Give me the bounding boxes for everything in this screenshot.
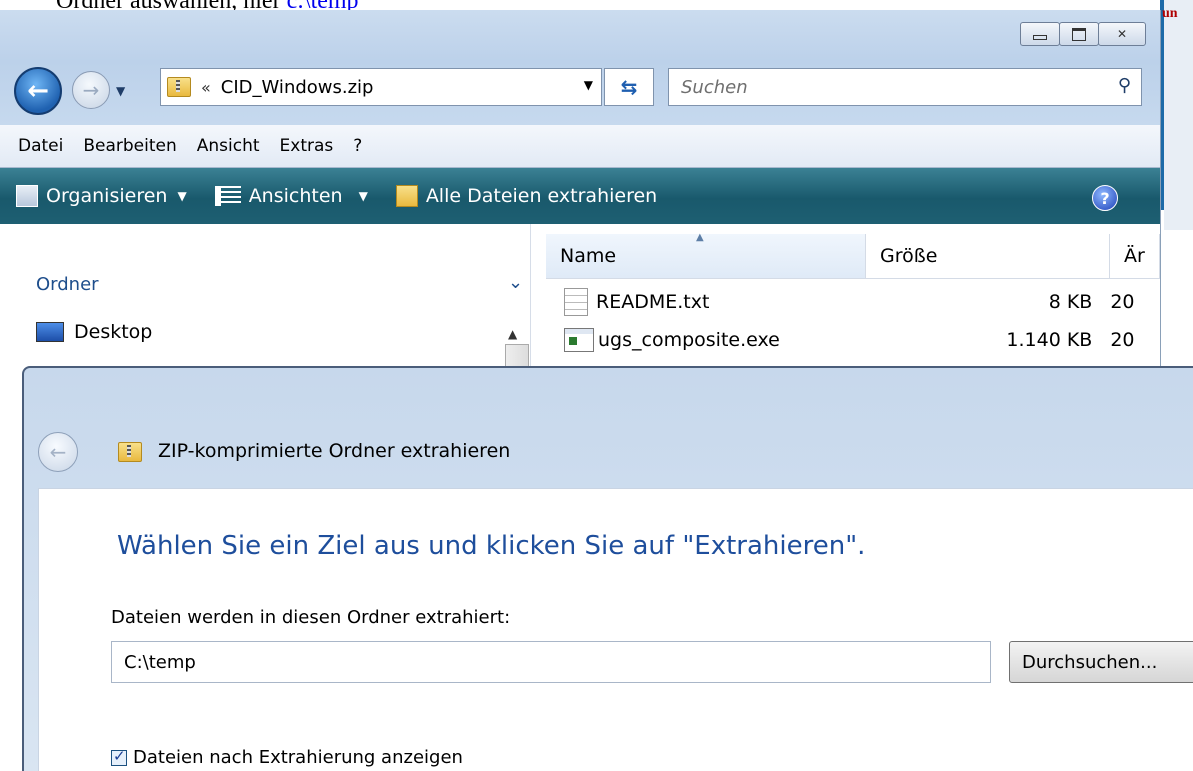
organize-button[interactable]: Organisieren ▼ xyxy=(16,185,187,207)
column-header-date[interactable]: Är xyxy=(1110,234,1160,278)
chevron-down-icon: ▼ xyxy=(177,189,187,203)
back-arrow-icon: ← xyxy=(49,440,67,464)
destination-input[interactable] xyxy=(111,641,991,683)
address-bar[interactable]: « CID_Windows.zip ▼ xyxy=(160,68,602,106)
text-file-icon xyxy=(564,288,588,316)
menu-bar: Datei Bearbeiten Ansicht Extras ? xyxy=(0,125,1160,168)
dialog-back-button[interactable]: ← xyxy=(38,432,78,472)
menu-bearbeiten[interactable]: Bearbeiten xyxy=(83,136,176,156)
refresh-icon: ⇆ xyxy=(620,75,638,99)
forward-button[interactable]: → xyxy=(72,71,110,109)
views-button[interactable]: Ansichten ▼ xyxy=(214,185,368,207)
show-files-label[interactable]: Dateien nach Extrahierung anzeigen xyxy=(133,747,463,768)
menu-extras[interactable]: Extras xyxy=(280,136,334,156)
refresh-button[interactable]: ⇆ xyxy=(604,68,654,106)
dialog-body: Wählen Sie ein Ziel aus und klicken Sie … xyxy=(38,488,1193,771)
address-dropdown-icon[interactable]: ▼ xyxy=(584,78,593,92)
close-button[interactable]: ✕ xyxy=(1098,22,1146,46)
dialog-title: ZIP-komprimierte Ordner extrahieren xyxy=(158,440,511,462)
command-bar: Organisieren ▼ Ansichten ▼ Alle Dateien … xyxy=(0,168,1160,224)
column-label: Größe xyxy=(880,245,938,267)
desktop-icon xyxy=(36,322,64,342)
column-label: Name xyxy=(560,245,617,267)
column-header-row: ▲ Name Größe Är xyxy=(546,232,1160,279)
views-icon xyxy=(214,186,241,206)
forward-arrow-icon: → xyxy=(82,78,100,102)
tree-item-desktop[interactable]: Desktop xyxy=(36,321,152,343)
minimize-button[interactable] xyxy=(1020,22,1060,46)
zip-folder-icon xyxy=(118,442,142,462)
extract-all-label: Alle Dateien extrahieren xyxy=(425,185,658,207)
dialog-heading: Wählen Sie ein Ziel aus und klicken Sie … xyxy=(117,531,866,561)
browse-button[interactable]: Durchsuchen... xyxy=(1009,641,1193,683)
file-name: README.txt xyxy=(596,291,710,313)
chevron-down-icon: ▼ xyxy=(358,189,368,203)
zip-folder-icon xyxy=(167,77,191,97)
organize-icon xyxy=(16,185,38,207)
menu-datei[interactable]: Datei xyxy=(18,136,63,156)
history-dropdown-icon[interactable]: ▼ xyxy=(116,84,125,98)
back-arrow-icon: ← xyxy=(27,76,49,106)
menu-help[interactable]: ? xyxy=(353,136,362,156)
back-button[interactable]: ← xyxy=(14,67,62,115)
file-size: 1.140 KB xyxy=(1006,329,1093,351)
sort-ascending-icon: ▲ xyxy=(696,232,704,243)
extract-all-button[interactable]: Alle Dateien extrahieren xyxy=(395,185,658,207)
window-controls: ✕ xyxy=(1020,22,1146,46)
breadcrumb-overflow-icon[interactable]: « xyxy=(201,78,211,97)
column-header-size[interactable]: Größe xyxy=(866,234,1110,278)
scroll-up-icon[interactable]: ▲ xyxy=(508,327,517,341)
help-icon[interactable]: ? xyxy=(1092,185,1118,211)
title-bar: ✕ ← → ▼ « CID_Windows.zip ▼ ⇆ Suchen ⚲ xyxy=(0,10,1160,125)
folders-header[interactable]: Ordner xyxy=(36,274,99,295)
chevron-down-icon[interactable]: ⌄ xyxy=(508,272,523,293)
file-name: ugs_composite.exe xyxy=(598,329,780,351)
search-placeholder: Suchen xyxy=(681,76,748,98)
show-files-checkbox[interactable] xyxy=(111,747,127,766)
file-row[interactable]: README.txt 8 KB 20 xyxy=(546,284,1160,320)
file-row[interactable]: ugs_composite.exe 1.140 KB 20 xyxy=(546,322,1160,358)
search-input[interactable]: Suchen ⚲ xyxy=(668,68,1142,106)
show-files-option[interactable]: Dateien nach Extrahierung anzeigen xyxy=(111,747,463,768)
search-icon[interactable]: ⚲ xyxy=(1118,75,1131,96)
background-page-edge: un xyxy=(1160,0,1193,230)
executable-file-icon xyxy=(564,328,594,352)
file-date: 20 xyxy=(1110,329,1135,351)
tree-item-label: Desktop xyxy=(74,321,153,343)
maximize-button[interactable] xyxy=(1059,22,1099,46)
views-label: Ansichten xyxy=(248,185,343,207)
destination-label: Dateien werden in diesen Ordner extrahie… xyxy=(111,607,511,628)
column-label: Är xyxy=(1124,245,1145,267)
column-header-name[interactable]: ▲ Name xyxy=(546,232,866,278)
extract-dialog: ← ZIP-komprimierte Ordner extrahieren Wä… xyxy=(22,366,1193,771)
menu-ansicht[interactable]: Ansicht xyxy=(197,136,260,156)
file-date: 20 xyxy=(1110,291,1135,313)
organize-label: Organisieren xyxy=(46,185,168,207)
background-text-fragment: un xyxy=(1162,6,1178,21)
extract-icon xyxy=(395,185,418,207)
file-size: 8 KB xyxy=(1048,291,1093,313)
breadcrumb-item[interactable]: CID_Windows.zip xyxy=(221,77,374,98)
